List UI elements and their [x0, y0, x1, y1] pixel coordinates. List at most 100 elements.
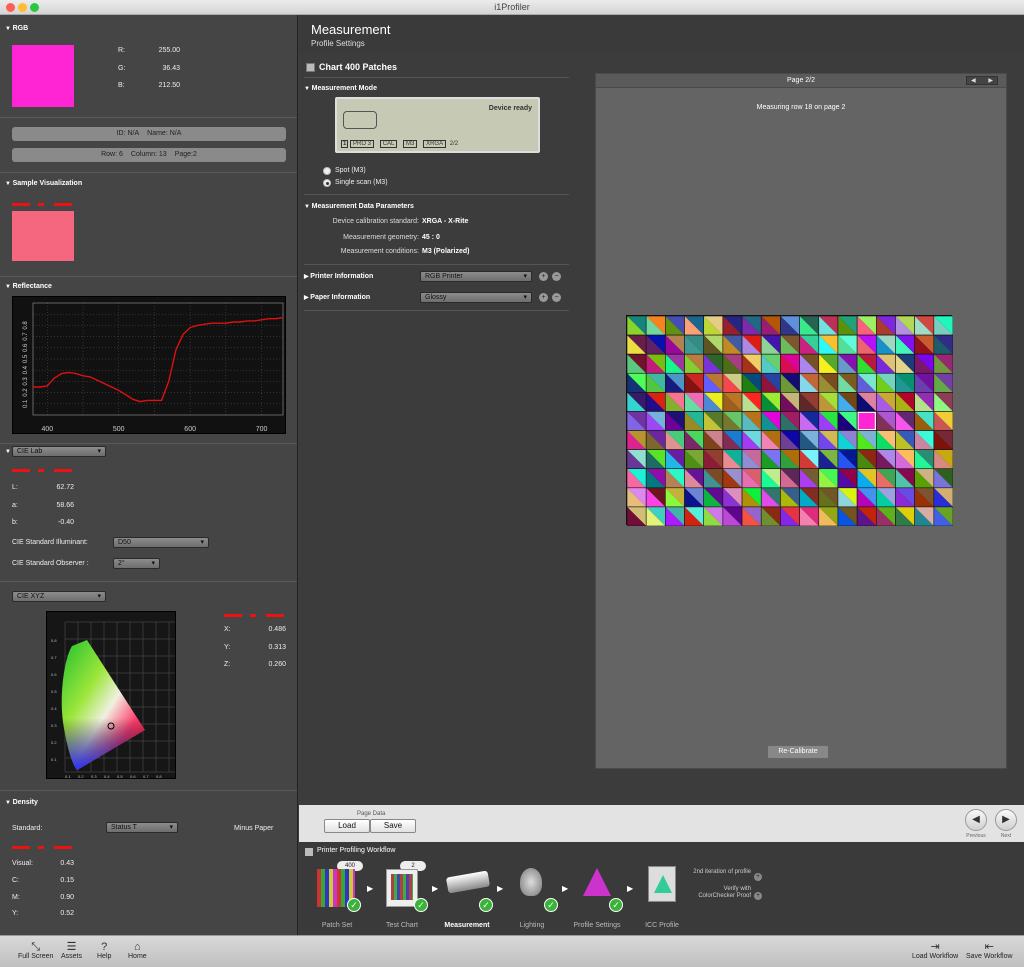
assets-button[interactable]: ☰ Assets: [61, 941, 82, 961]
main-header: Measurement Profile Settings: [299, 15, 1024, 53]
b-label: B:: [118, 82, 125, 89]
svg-text:0.4: 0.4: [51, 706, 57, 711]
checkmark-icon: ✓: [414, 898, 428, 912]
device-icon: [343, 111, 377, 129]
lightbulb-icon: [520, 868, 542, 896]
illuminant-dropdown[interactable]: D50: [113, 537, 209, 548]
c-label: C:: [12, 877, 19, 884]
x-label: X:: [224, 626, 231, 633]
arrow-right-icon: ▶: [432, 884, 439, 893]
left-panel: RGB R: 255.00 G: 36.43 B: 212.50 ID: N/A…: [0, 15, 298, 935]
home-button[interactable]: ⌂ Home: [128, 942, 147, 961]
svg-text:0.4: 0.4: [104, 774, 110, 779]
observer-dropdown[interactable]: 2°: [113, 558, 160, 569]
window-title: i1Profiler: [494, 2, 530, 12]
status-bar: ⤡ Full Screen ☰ Assets ? Help ⌂ Home ⇥ Load W…: [0, 935, 1024, 967]
help-button[interactable]: ? Help: [97, 941, 111, 961]
page-data-label: Page Data: [357, 811, 386, 817]
paper-info-heading[interactable]: Paper Information: [304, 294, 370, 301]
single-scan-label: Single scan (M3): [335, 179, 388, 186]
checkmark-icon: ✓: [609, 898, 623, 912]
arrow-right-icon: ▶: [497, 884, 504, 893]
r-value: 255.00: [158, 47, 180, 54]
second-iteration-link[interactable]: 2nd iteration of profile: [691, 869, 751, 876]
load-workflow-button[interactable]: ⇥ Load Workflow: [912, 942, 958, 961]
checkmark-icon: ✓: [544, 898, 558, 912]
recalibrate-button[interactable]: Re-Calibrate: [767, 745, 829, 759]
l-label: L:: [12, 484, 18, 491]
preview-page-label: Page 2/2: [596, 74, 1006, 88]
load-button[interactable]: Load: [324, 819, 370, 833]
y-tick-label: 0.7: [23, 332, 29, 341]
svg-text:0.5: 0.5: [51, 689, 57, 694]
measurement-params-heading[interactable]: Measurement Data Parameters: [304, 203, 414, 210]
add-icon[interactable]: +: [754, 873, 762, 881]
remove-icon[interactable]: −: [552, 293, 561, 302]
list-icon: ☰: [66, 941, 77, 953]
calib-label: Device calibration standard:: [332, 218, 419, 225]
app-window: i1Profiler RGB R: 255.00 G: 36.43 B: 212…: [0, 0, 1024, 967]
y-label: Y:: [224, 644, 231, 651]
density-standard-dropdown[interactable]: Status T: [106, 822, 178, 833]
workflow-panel: Printer Profiling Workflow 400 ✓ Patch S…: [299, 842, 1024, 935]
single-scan-radio[interactable]: [323, 179, 331, 187]
y-density-value: 0.52: [60, 910, 74, 917]
spot-radio[interactable]: [323, 167, 331, 175]
x-value: 0.486: [268, 626, 286, 633]
b-lab-label: b:: [12, 519, 18, 526]
measurement-mode-heading[interactable]: Measurement Mode: [304, 85, 377, 92]
device-lcd: Device ready 1 PRO 3 CAL M3 XRGA 2/2: [335, 97, 540, 153]
x-tick-label: 500: [113, 426, 125, 433]
printer-dropdown[interactable]: RGB Printer: [420, 271, 532, 282]
color-space-dropdown-xyz[interactable]: CIE XYZ: [12, 591, 106, 602]
id-pill: ID: N/A Name: N/A: [12, 127, 286, 141]
add-icon[interactable]: +: [539, 272, 548, 281]
page-subtitle: Profile Settings: [311, 39, 365, 48]
svg-text:0.5: 0.5: [117, 774, 123, 779]
y-tick-label: 0.2: [23, 388, 29, 397]
next-arrow-icon[interactable]: ▶: [995, 809, 1017, 831]
arrow-right-icon: ▶: [562, 884, 569, 893]
main-panel: Measurement Profile Settings Chart 400 P…: [299, 15, 1024, 805]
chromaticity-diagram: 0.8 0.7 0.6 0.5 0.4 0.3 0.2 0.1 0.1 0.2 0.3 0.4 0.5…: [46, 611, 176, 779]
x-tick-label: 400: [41, 426, 53, 433]
reflectance-chart: 400 500 600 700 0.1 0.2 0.3 0.4 0.5 0.6 0.7 0.8: [12, 296, 286, 434]
b-lab-value: -0.40: [58, 519, 74, 526]
svg-text:0.7: 0.7: [143, 774, 149, 779]
remove-icon[interactable]: −: [552, 272, 561, 281]
svg-text:0.2: 0.2: [51, 740, 57, 745]
full-screen-button[interactable]: ⤡ Full Screen: [18, 942, 53, 961]
previous-arrow-icon[interactable]: ◀: [965, 809, 987, 831]
observer-label: CIE Standard Observer :: [12, 560, 89, 567]
chromaticity-plot: 0.8 0.7 0.6 0.5 0.4 0.3 0.2 0.1 0.1 0.2 0.3 0.4 0.5…: [51, 621, 175, 779]
save-button[interactable]: Save: [370, 819, 416, 833]
g-value: 36.43: [162, 65, 180, 72]
help-icon: ?: [101, 941, 108, 953]
conditions-value: M3 (Polarized): [422, 248, 470, 255]
verify-link[interactable]: Verify with ColorChecker Proof: [691, 886, 751, 900]
y-tick-label: 0.3: [23, 377, 29, 386]
c-value: 0.15: [60, 877, 74, 884]
paper-dropdown[interactable]: Glossy: [420, 292, 532, 303]
add-icon[interactable]: +: [754, 892, 762, 900]
color-space-dropdown-lab[interactable]: CIE Lab: [12, 446, 106, 457]
chart-heading: Chart 400 Patches: [319, 62, 398, 72]
checkmark-icon: ✓: [347, 898, 361, 912]
save-workflow-button[interactable]: ⇤ Save Workflow: [966, 942, 1013, 961]
y-value: 0.313: [268, 644, 286, 651]
icc-profile-icon: [648, 866, 676, 902]
spot-label: Spot (M3): [335, 167, 366, 174]
minus-paper-toggle[interactable]: Minus Paper: [234, 825, 273, 832]
rgb-heading: RGB: [5, 25, 29, 32]
chart-preview: Page 2/2 ◀ ▶ Measuring row 18 on page 2 R…: [595, 73, 1007, 769]
sample-swatch: [12, 211, 74, 261]
page-nav-control[interactable]: ◀ ▶: [966, 76, 998, 85]
next-page-icon: ▶: [988, 78, 993, 84]
printer-icon: [305, 848, 313, 856]
add-icon[interactable]: +: [539, 293, 548, 302]
legend-marker: [12, 202, 74, 207]
y-tick-label: 0.8: [23, 321, 29, 330]
legend-marker: [12, 845, 74, 850]
device-status: Device ready: [488, 105, 532, 112]
printer-info-heading[interactable]: Printer Information: [304, 273, 373, 280]
